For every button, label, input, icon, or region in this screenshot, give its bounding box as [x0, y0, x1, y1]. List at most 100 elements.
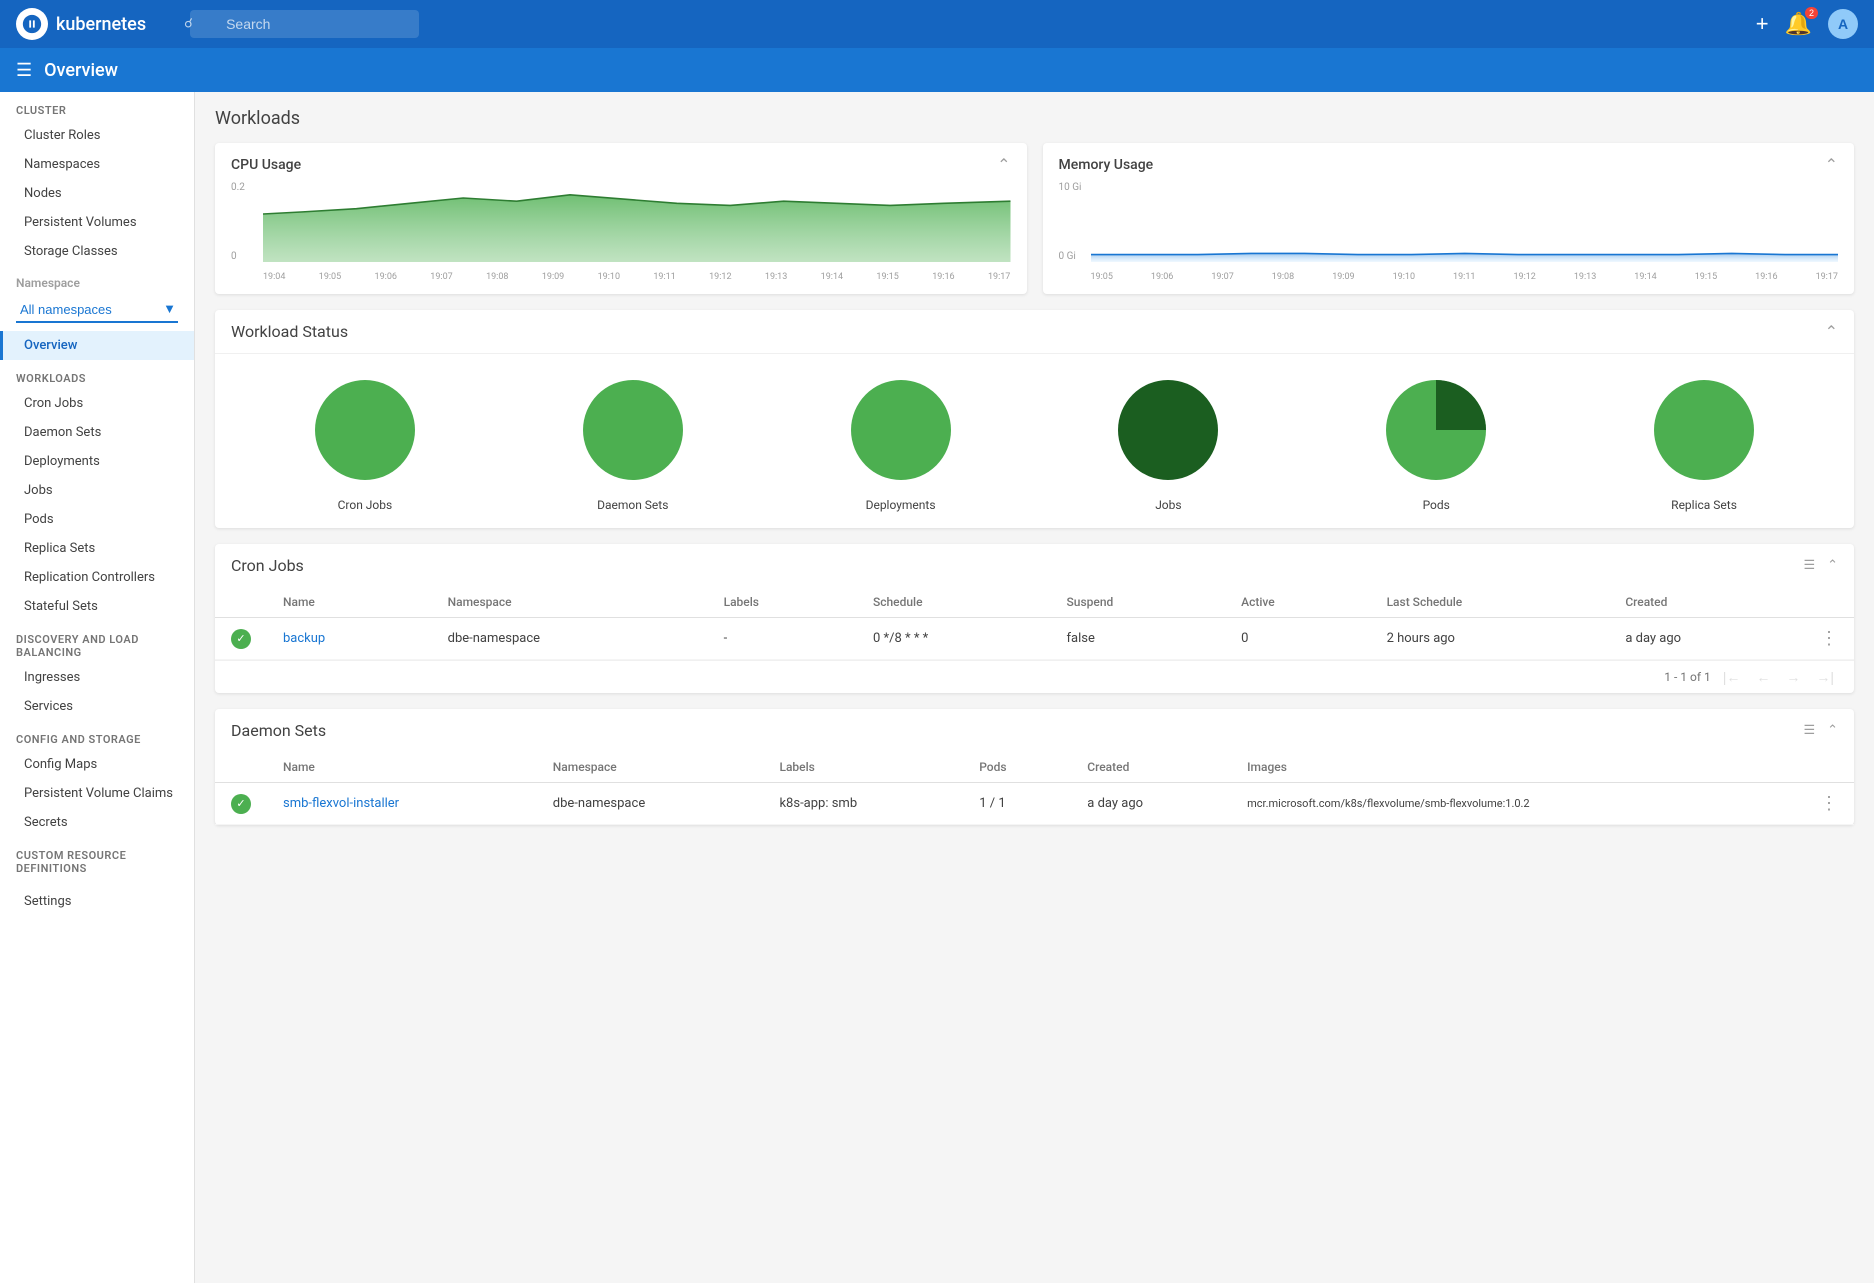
discovery-section-header: Discovery and Load Balancing	[0, 621, 194, 663]
ds-row-pods-cell: 1 / 1	[963, 783, 1071, 825]
sidebar-item-replication-controllers[interactable]: Replication Controllers	[0, 563, 194, 592]
pagination-last-button[interactable]: →|	[1812, 667, 1838, 687]
row-active-cell: 0	[1225, 618, 1370, 660]
col-status	[215, 587, 267, 618]
filter-icon[interactable]: ☰	[1803, 558, 1815, 573]
sidebar-item-settings[interactable]: Settings	[0, 887, 194, 916]
workload-status-header: Workload Status ⌃	[215, 310, 1854, 354]
pagination-next-button[interactable]: →	[1782, 667, 1804, 687]
sidebar-item-persistent-volumes[interactable]: Persistent Volumes	[0, 208, 194, 237]
row-created-cell: a day ago	[1609, 618, 1804, 660]
ds-col-labels: Labels	[763, 752, 963, 783]
sidebar: Cluster Cluster Roles Namespaces Nodes P…	[0, 92, 195, 1283]
main-content: Workloads CPU Usage ⌃ 0.2 0	[195, 92, 1874, 1283]
sidebar-item-replica-sets[interactable]: Replica Sets	[0, 534, 194, 563]
sidebar-item-secrets[interactable]: Secrets	[0, 808, 194, 837]
cron-jobs-collapse-icon[interactable]: ⌃	[1827, 558, 1838, 573]
daemon-sets-actions: ☰ ⌃	[1803, 723, 1838, 738]
ds-col-images: Images	[1231, 752, 1804, 783]
workloads-title: Workloads	[215, 108, 1854, 129]
notification-badge: 2	[1805, 7, 1818, 19]
cpu-chart-header: CPU Usage ⌃	[231, 155, 1011, 174]
cluster-section-header: Cluster	[0, 92, 194, 121]
sidebar-item-stateful-sets[interactable]: Stateful Sets	[0, 592, 194, 621]
pagination-info: 1 - 1 of 1	[1664, 670, 1710, 684]
namespace-select[interactable]: All namespaces	[16, 298, 178, 323]
cron-jobs-pagination: 1 - 1 of 1 |← ← → →|	[215, 660, 1854, 693]
col-actions	[1804, 587, 1854, 618]
row-labels-cell: -	[708, 618, 857, 660]
ds-col-name: Name	[267, 752, 537, 783]
sidebar-item-config-maps[interactable]: Config Maps	[0, 750, 194, 779]
sidebar-item-daemon-sets[interactable]: Daemon Sets	[0, 418, 194, 447]
page-title: Overview	[44, 60, 118, 81]
namespace-select-wrap: All namespaces ▼	[0, 294, 194, 331]
memory-y-max: 10 Gi	[1059, 182, 1089, 193]
pagination-prev-button[interactable]: ←	[1752, 667, 1774, 687]
cpu-y-labels: 0.2 0	[231, 182, 261, 262]
workload-status-collapse-button[interactable]: ⌃	[1825, 322, 1838, 341]
notifications-button[interactable]: 🔔 2	[1785, 11, 1812, 37]
col-labels: Labels	[708, 587, 857, 618]
memory-chart-collapse-button[interactable]: ⌃	[1825, 155, 1838, 174]
daemon-sets-header-row: Name Namespace Labels Pods Created Image…	[215, 752, 1854, 783]
ds-row-name-link[interactable]: smb-flexvol-installer	[283, 796, 399, 811]
sidebar-item-overview[interactable]: Overview	[0, 331, 194, 360]
sidebar-item-services[interactable]: Services	[0, 692, 194, 721]
cron-jobs-table-title: Cron Jobs	[231, 556, 304, 575]
cpu-chart-title: CPU Usage	[231, 157, 301, 173]
sidebar-item-cluster-roles[interactable]: Cluster Roles	[0, 121, 194, 150]
daemon-sets-collapse-icon[interactable]: ⌃	[1827, 723, 1838, 738]
workload-status-card: Workload Status ⌃ Cron Jobs Daemon Sets	[215, 310, 1854, 528]
top-nav: kubernetes ☌ + 🔔 2 A	[0, 0, 1874, 48]
search-wrapper: ☌	[174, 10, 594, 38]
hamburger-menu-button[interactable]: ☰	[16, 60, 32, 81]
daemon-sets-filter-icon[interactable]: ☰	[1803, 723, 1815, 738]
ds-row-images-cell: mcr.microsoft.com/k8s/flexvolume/smb-fle…	[1231, 783, 1804, 825]
cpu-chart-card: CPU Usage ⌃ 0.2 0	[215, 143, 1027, 294]
sidebar-item-ingresses[interactable]: Ingresses	[0, 663, 194, 692]
search-input[interactable]	[190, 10, 419, 38]
sidebar-item-persistent-volume-claims[interactable]: Persistent Volume Claims	[0, 779, 194, 808]
sidebar-item-jobs[interactable]: Jobs	[0, 476, 194, 505]
row-more-cell: ⋮	[1804, 618, 1854, 660]
donut-replica-sets: Replica Sets	[1644, 370, 1764, 512]
sidebar-item-cron-jobs[interactable]: Cron Jobs	[0, 389, 194, 418]
add-button[interactable]: +	[1756, 11, 1769, 37]
status-ok-icon: ✓	[231, 629, 251, 649]
row-name-cell: backup	[267, 618, 432, 660]
cron-jobs-header-row: Name Namespace Labels Schedule Suspend A…	[215, 587, 1854, 618]
sidebar-item-namespaces[interactable]: Namespaces	[0, 150, 194, 179]
row-more-button[interactable]: ⋮	[1820, 628, 1838, 649]
workloads-section-header: Workloads	[0, 360, 194, 389]
sidebar-item-pods[interactable]: Pods	[0, 505, 194, 534]
cpu-chart-inner	[263, 182, 1011, 262]
kubernetes-logo	[16, 8, 48, 40]
ds-row-more-button[interactable]: ⋮	[1820, 793, 1838, 814]
pagination-first-button[interactable]: |←	[1719, 667, 1745, 687]
sidebar-item-nodes[interactable]: Nodes	[0, 179, 194, 208]
config-section-header: Config and Storage	[0, 721, 194, 750]
cpu-chart-area: 0.2 0	[231, 182, 1011, 282]
donut-cron-jobs: Cron Jobs	[305, 370, 425, 512]
cpu-y-max: 0.2	[231, 182, 261, 193]
user-avatar-button[interactable]: A	[1828, 9, 1858, 39]
row-name-link[interactable]: backup	[283, 631, 325, 646]
ds-status-ok-icon: ✓	[231, 794, 251, 814]
memory-chart-inner	[1091, 182, 1839, 262]
sidebar-item-storage-classes[interactable]: Storage Classes	[0, 237, 194, 266]
ds-col-status	[215, 752, 267, 783]
ds-row-namespace-cell: dbe-namespace	[537, 783, 764, 825]
cpu-chart-collapse-button[interactable]: ⌃	[997, 155, 1010, 174]
memory-chart-header: Memory Usage ⌃	[1059, 155, 1839, 174]
ds-row-created-cell: a day ago	[1071, 783, 1231, 825]
memory-chart-title: Memory Usage	[1059, 157, 1154, 173]
cron-jobs-table: Name Namespace Labels Schedule Suspend A…	[215, 587, 1854, 660]
row-status-cell: ✓	[215, 618, 267, 660]
sidebar-item-deployments[interactable]: Deployments	[0, 447, 194, 476]
workload-status-title: Workload Status	[231, 322, 348, 341]
memory-y-min: 0 Gi	[1059, 251, 1089, 262]
search-icon: ☌	[184, 17, 193, 32]
charts-row: CPU Usage ⌃ 0.2 0	[215, 143, 1854, 294]
ds-row-labels-cell: k8s-app: smb	[763, 783, 963, 825]
